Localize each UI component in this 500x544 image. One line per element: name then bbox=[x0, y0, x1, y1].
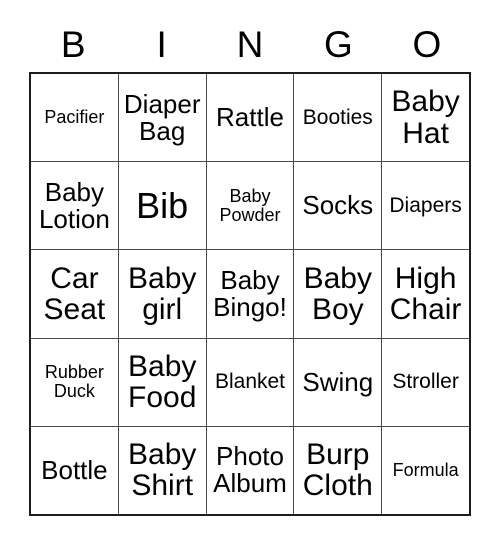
bingo-cell[interactable]: Booties bbox=[294, 74, 383, 162]
bingo-cell[interactable]: Swing bbox=[294, 338, 383, 426]
bingo-cell-label: Swing bbox=[302, 366, 374, 397]
bingo-cell[interactable]: Car Seat bbox=[31, 250, 119, 338]
bingo-cell-label: High Chair bbox=[389, 261, 462, 326]
bingo-cell[interactable]: Baby girl bbox=[118, 250, 207, 338]
bingo-cell-label: Baby Lotion bbox=[38, 176, 110, 234]
bingo-cell-label: Rattle bbox=[216, 102, 284, 133]
bingo-cell-label: Socks bbox=[302, 190, 374, 221]
bingo-cell-label: Baby Boy bbox=[303, 261, 372, 326]
bingo-cell-label: Formula bbox=[392, 460, 459, 481]
bingo-cell-label: Bottle bbox=[41, 454, 108, 485]
bingo-cell[interactable]: Socks bbox=[294, 162, 383, 250]
bingo-cell[interactable]: Baby Hat bbox=[382, 74, 469, 162]
bingo-cell[interactable]: Formula bbox=[382, 426, 469, 515]
bingo-cell[interactable]: Burp Cloth bbox=[294, 426, 383, 515]
bingo-row: Pacifier Diaper Bag Rattle Booties Baby Hat bbox=[31, 74, 469, 163]
bingo-cell[interactable]: Photo Album bbox=[206, 426, 295, 515]
bingo-cell[interactable]: Baby Powder bbox=[206, 162, 295, 250]
bingo-cell-label: Baby Bingo! bbox=[213, 264, 287, 322]
bingo-grid: Pacifier Diaper Bag Rattle Booties Baby Hat B… bbox=[29, 72, 471, 516]
bingo-cell-label: Baby girl bbox=[128, 261, 197, 326]
bingo-cell[interactable]: Rattle bbox=[206, 74, 295, 162]
bingo-cell-label: Baby Shirt bbox=[128, 438, 197, 503]
bingo-cell-label: Baby Powder bbox=[219, 186, 281, 225]
bingo-cell[interactable]: Baby Bingo! bbox=[206, 250, 295, 338]
bingo-cell[interactable]: Diapers bbox=[382, 162, 469, 250]
header-letter-b: B bbox=[60, 23, 86, 65]
bingo-cell-label: Bib bbox=[136, 185, 189, 227]
bingo-cell[interactable]: Bottle bbox=[31, 426, 119, 515]
bingo-cell[interactable]: Rubber Duck bbox=[31, 338, 119, 426]
bingo-cell[interactable]: Pacifier bbox=[31, 74, 119, 162]
bingo-cell[interactable]: Baby Food bbox=[118, 338, 207, 426]
bingo-cell[interactable]: Diaper Bag bbox=[118, 74, 207, 162]
bingo-cell-label: Diaper Bag bbox=[123, 88, 201, 146]
header-letter-i: I bbox=[156, 23, 167, 65]
bingo-row: Car Seat Baby girl Baby Bingo! Baby Boy High… bbox=[31, 250, 469, 339]
bingo-cell-label: Diapers bbox=[389, 193, 462, 217]
header-letter-n: N bbox=[236, 23, 264, 65]
bingo-cell-label: Stroller bbox=[392, 370, 459, 394]
header-letter-g: G bbox=[324, 23, 353, 65]
bingo-cell[interactable]: High Chair bbox=[382, 250, 469, 338]
bingo-cell-label: Car Seat bbox=[43, 261, 106, 326]
bingo-cell[interactable]: Stroller bbox=[382, 338, 469, 426]
bingo-cell-label: Baby Hat bbox=[391, 85, 460, 150]
bingo-cell-label: Blanket bbox=[214, 370, 286, 394]
bingo-cell[interactable]: Baby Lotion bbox=[31, 162, 119, 250]
bingo-row: Baby Lotion Bib Baby Powder Socks Diapers bbox=[31, 162, 469, 251]
bingo-cell-label: Baby Food bbox=[128, 350, 197, 415]
bingo-cell-label: Burp Cloth bbox=[302, 438, 373, 503]
bingo-row: Bottle Baby Shirt Photo Album Burp Cloth For… bbox=[31, 426, 469, 515]
bingo-cell[interactable]: Baby Shirt bbox=[118, 426, 207, 515]
bingo-cell-label: Pacifier bbox=[44, 107, 105, 128]
bingo-cell[interactable]: Blanket bbox=[206, 338, 295, 426]
bingo-row: Rubber Duck Baby Food Blanket Swing Stroller bbox=[31, 338, 469, 427]
bingo-cell[interactable]: Baby Boy bbox=[294, 250, 383, 338]
bingo-cell[interactable]: Bib bbox=[118, 162, 207, 250]
bingo-cell-label: Rubber Duck bbox=[44, 362, 104, 402]
bingo-header-row: B I N G O bbox=[29, 18, 471, 70]
bingo-cell-label: Photo Album bbox=[213, 441, 287, 499]
bingo-cell-label: Booties bbox=[302, 105, 373, 129]
bingo-card: B I N G O Pacifier Diaper Bag Rattle Bootie… bbox=[0, 0, 500, 544]
header-letter-o: O bbox=[412, 23, 442, 65]
